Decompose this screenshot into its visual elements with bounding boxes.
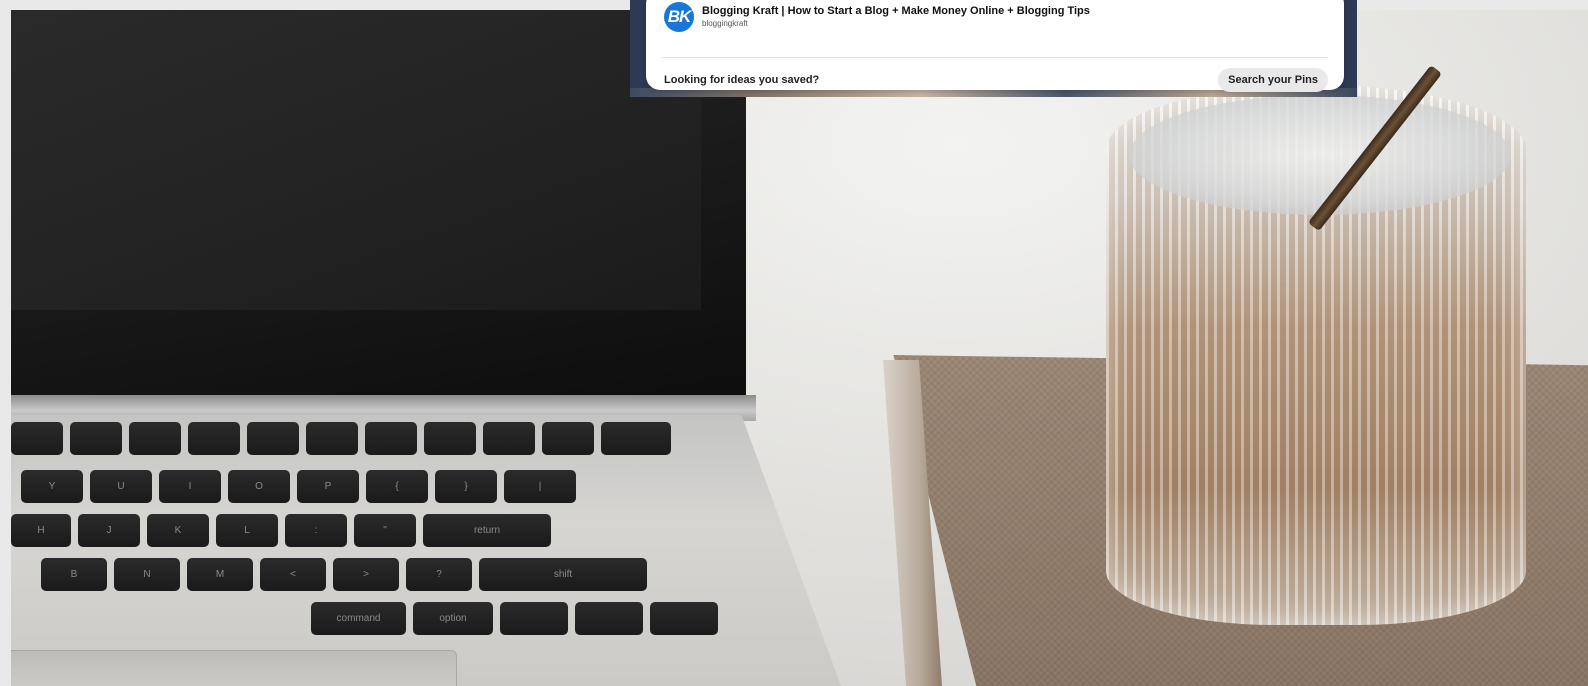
key — [70, 422, 122, 455]
keyboard-row-1 — [11, 422, 671, 455]
key-m: M — [187, 558, 253, 591]
laptop-display — [11, 10, 701, 310]
key — [247, 422, 299, 455]
key-k: K — [147, 514, 209, 547]
key — [11, 422, 63, 455]
screenshot-frame: Y U I O P { } | H J K L : " return B N M… — [0, 0, 1588, 686]
key-u: U — [90, 470, 152, 503]
glass-ice — [1129, 95, 1511, 215]
key-return: return — [423, 514, 551, 547]
profile-result-text: Blogging Kraft | How to Start a Blog + M… — [702, 5, 1090, 30]
background-photo: Y U I O P { } | H J K L : " return B N M… — [11, 10, 1588, 686]
key — [483, 422, 535, 455]
profile-result[interactable]: BK Blogging Kraft | How to Start a Blog … — [664, 2, 1090, 32]
key-j: J — [78, 514, 140, 547]
key-b: B — [41, 558, 107, 591]
key-o: O — [228, 470, 290, 503]
key — [188, 422, 240, 455]
key-arrow-left — [500, 602, 568, 635]
key-arrow-up-down — [575, 602, 643, 635]
key-y: Y — [21, 470, 83, 503]
profile-result-handle: bloggingkraft — [702, 18, 748, 28]
profile-result-title: Blogging Kraft | How to Start a Blog + M… — [702, 4, 1090, 17]
key-n: N — [114, 558, 180, 591]
profile-avatar: BK — [664, 2, 694, 32]
key-brace-open: { — [366, 470, 428, 503]
key-option: option — [413, 602, 493, 635]
keyboard-row-3: H J K L : " return — [11, 514, 551, 547]
key-shift: shift — [479, 558, 647, 591]
saved-ideas-prompt: Looking for ideas you saved? — [664, 74, 820, 86]
key — [601, 422, 671, 455]
search-dropdown-card: BK Blogging Kraft | How to Start a Blog … — [646, 0, 1344, 92]
keyboard-row-5: command option — [311, 602, 718, 635]
saved-ideas-row: Looking for ideas you saved? Search your… — [664, 68, 1328, 92]
keyboard-row-4: B N M < > ? shift — [41, 558, 647, 591]
key-i: I — [159, 470, 221, 503]
search-your-pins-button[interactable]: Search your Pins — [1218, 68, 1328, 92]
key — [424, 422, 476, 455]
divider — [662, 57, 1328, 58]
key-brace-close: } — [435, 470, 497, 503]
key-question: ? — [406, 558, 472, 591]
laptop-keyboard: Y U I O P { } | H J K L : " return B N M… — [11, 422, 771, 637]
keyboard-row-2: Y U I O P { } | — [21, 470, 576, 503]
laptop-trackpad — [11, 650, 457, 686]
key-l: L — [216, 514, 278, 547]
key-arrow-right — [650, 602, 718, 635]
key — [365, 422, 417, 455]
key — [129, 422, 181, 455]
key-h: H — [11, 514, 71, 547]
key-p: P — [297, 470, 359, 503]
key-command: command — [311, 602, 406, 635]
key — [542, 422, 594, 455]
search-overlay: BK Blogging Kraft | How to Start a Blog … — [630, 0, 1357, 97]
key-quote: " — [354, 514, 416, 547]
key-less-than: < — [260, 558, 326, 591]
key-colon: : — [285, 514, 347, 547]
key-greater-than: > — [333, 558, 399, 591]
key-pipe: | — [504, 470, 576, 503]
key — [306, 422, 358, 455]
